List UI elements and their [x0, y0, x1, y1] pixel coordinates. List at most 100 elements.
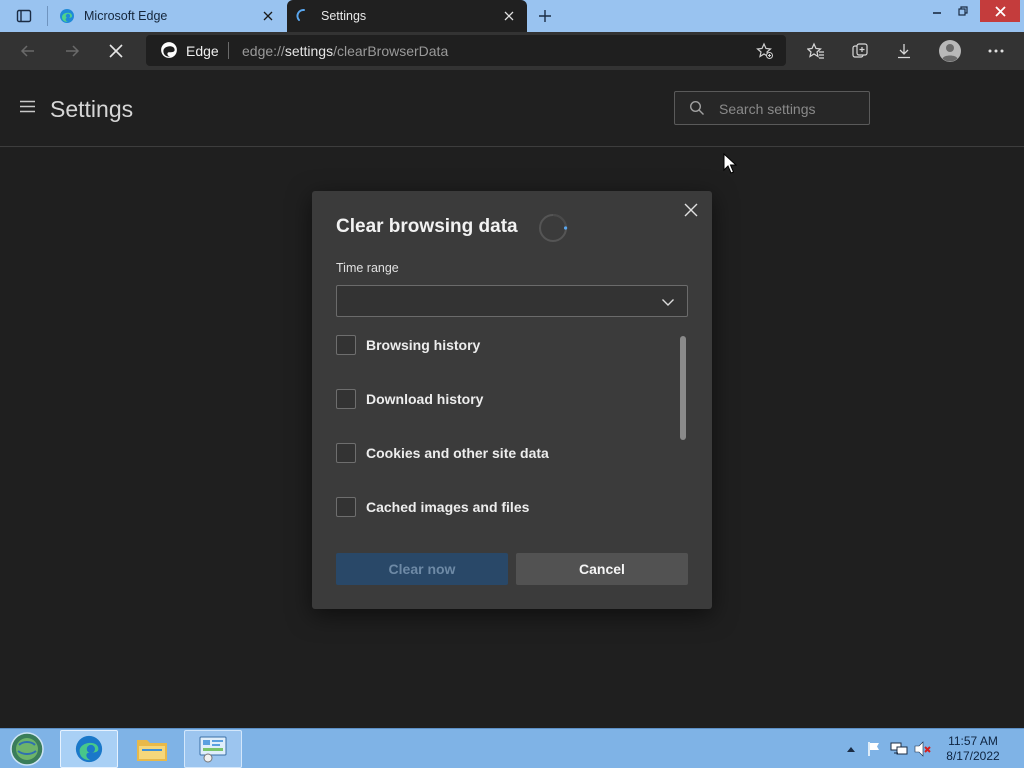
profile-button[interactable] [934, 36, 966, 66]
clock-time: 11:57 AM [948, 734, 998, 748]
edge-logo-icon [58, 7, 76, 25]
checkbox[interactable] [336, 335, 356, 355]
more-button[interactable] [980, 36, 1012, 66]
checkbox[interactable] [336, 389, 356, 409]
stop-button[interactable] [100, 36, 132, 66]
menu-button[interactable] [18, 100, 38, 116]
options-scrollbar[interactable] [680, 336, 686, 440]
loading-icon [295, 7, 313, 25]
address-bar[interactable]: Edge edge://settings/clearBrowserData [146, 35, 786, 66]
profile-icon [939, 40, 961, 62]
forward-icon [66, 45, 80, 57]
spinner-icon [539, 214, 568, 242]
start-button[interactable] [8, 731, 46, 767]
address-bar-separator [228, 42, 229, 59]
dialog-close-button[interactable] [678, 197, 704, 223]
show-hidden-icons-button[interactable] [844, 739, 858, 759]
clear-now-button[interactable]: Clear now [336, 553, 508, 585]
action-center-button[interactable] [864, 739, 884, 759]
address-bar-url[interactable]: edge://settings/clearBrowserData [242, 43, 448, 59]
option-cookies[interactable]: Cookies and other site data [336, 442, 549, 464]
minimize-icon [933, 12, 941, 14]
back-button[interactable] [12, 36, 44, 66]
control-panel-icon [199, 736, 227, 763]
taskbar-file-explorer[interactable] [123, 730, 181, 768]
close-icon [994, 5, 1006, 17]
more-icon [988, 49, 1004, 53]
option-label: Browsing history [366, 337, 481, 353]
collections-button[interactable] [844, 36, 876, 66]
close-icon [684, 203, 698, 217]
start-orb-icon [10, 732, 44, 766]
folder-icon [137, 740, 167, 761]
edge-logo-icon [160, 41, 178, 59]
stop-icon [109, 44, 123, 58]
volume-button[interactable] [912, 739, 934, 759]
add-favorite-button[interactable] [752, 39, 778, 63]
browser-toolbar: Edge edge://settings/clearBrowserData [0, 32, 1024, 70]
address-bar-brand: Edge [186, 43, 219, 59]
option-cached-images[interactable]: Cached images and files [336, 496, 529, 518]
option-download-history[interactable]: Download history [336, 388, 483, 410]
option-label: Download history [366, 391, 484, 407]
new-tab-button[interactable] [533, 4, 557, 28]
hamburger-icon [20, 100, 35, 113]
taskbar: 11:57 AM 8/17/2022 [0, 728, 1024, 768]
close-icon [263, 11, 273, 21]
window-close-button[interactable] [980, 0, 1020, 22]
option-browsing-history[interactable]: Browsing history [336, 334, 480, 356]
option-label: Cached images and files [366, 499, 530, 515]
tab-title: Settings [321, 9, 367, 23]
search-box[interactable] [674, 91, 870, 125]
chevron-down-icon [662, 299, 674, 306]
tab-settings[interactable]: Settings [287, 0, 527, 32]
clear-browsing-data-dialog: Clear browsing data Time range Browsing … [312, 191, 712, 609]
taskbar-clock[interactable]: 11:57 AM 8/17/2022 [938, 734, 1008, 764]
minimize-button[interactable] [924, 0, 950, 22]
restore-button[interactable] [950, 0, 976, 22]
flag-icon [868, 742, 879, 756]
forward-button[interactable] [56, 36, 88, 66]
favorites-icon [807, 42, 824, 59]
cancel-button[interactable]: Cancel [516, 553, 688, 585]
clock-date: 8/17/2022 [946, 749, 1000, 763]
checkbox[interactable] [336, 443, 356, 463]
search-icon [689, 100, 704, 115]
taskbar-control-panel[interactable] [184, 730, 242, 768]
url-host: settings [284, 43, 334, 59]
url-path: /clearBrowserData [333, 43, 449, 59]
dialog-title: Clear browsing data [336, 216, 518, 237]
network-button[interactable] [888, 739, 910, 759]
downloads-button[interactable] [888, 36, 920, 66]
tab-title: Microsoft Edge [84, 9, 168, 23]
url-scheme: edge:// [242, 43, 285, 59]
tab-actions-icon [16, 9, 32, 23]
settings-header: Settings [0, 70, 1024, 147]
restore-icon [958, 6, 968, 16]
tab-microsoft-edge[interactable]: Microsoft Edge [50, 0, 286, 32]
edge-logo-icon [75, 735, 103, 763]
tab-close-button[interactable] [497, 4, 521, 28]
tab-strip: Microsoft Edge Settings [0, 0, 1024, 32]
volume-muted-icon [914, 741, 931, 757]
time-range-select[interactable] [336, 285, 688, 317]
page-title: Settings [50, 96, 134, 122]
tab-separator [47, 6, 48, 26]
tray-up-icon [847, 747, 855, 752]
checkbox[interactable] [336, 497, 356, 517]
tab-close-button[interactable] [256, 4, 280, 28]
network-icon [890, 742, 908, 755]
plus-icon [539, 10, 551, 22]
favorite-add-icon [756, 42, 773, 59]
download-icon [898, 44, 910, 59]
time-range-label: Time range [336, 261, 399, 275]
option-label: Cookies and other site data [366, 445, 549, 461]
favorites-button[interactable] [800, 36, 832, 66]
tab-actions-button[interactable] [8, 6, 40, 26]
mouse-cursor-icon [723, 153, 737, 174]
taskbar-edge[interactable] [60, 730, 118, 768]
collections-icon [852, 43, 868, 58]
back-icon [20, 45, 34, 57]
close-icon [504, 11, 514, 21]
search-input[interactable] [719, 99, 859, 119]
